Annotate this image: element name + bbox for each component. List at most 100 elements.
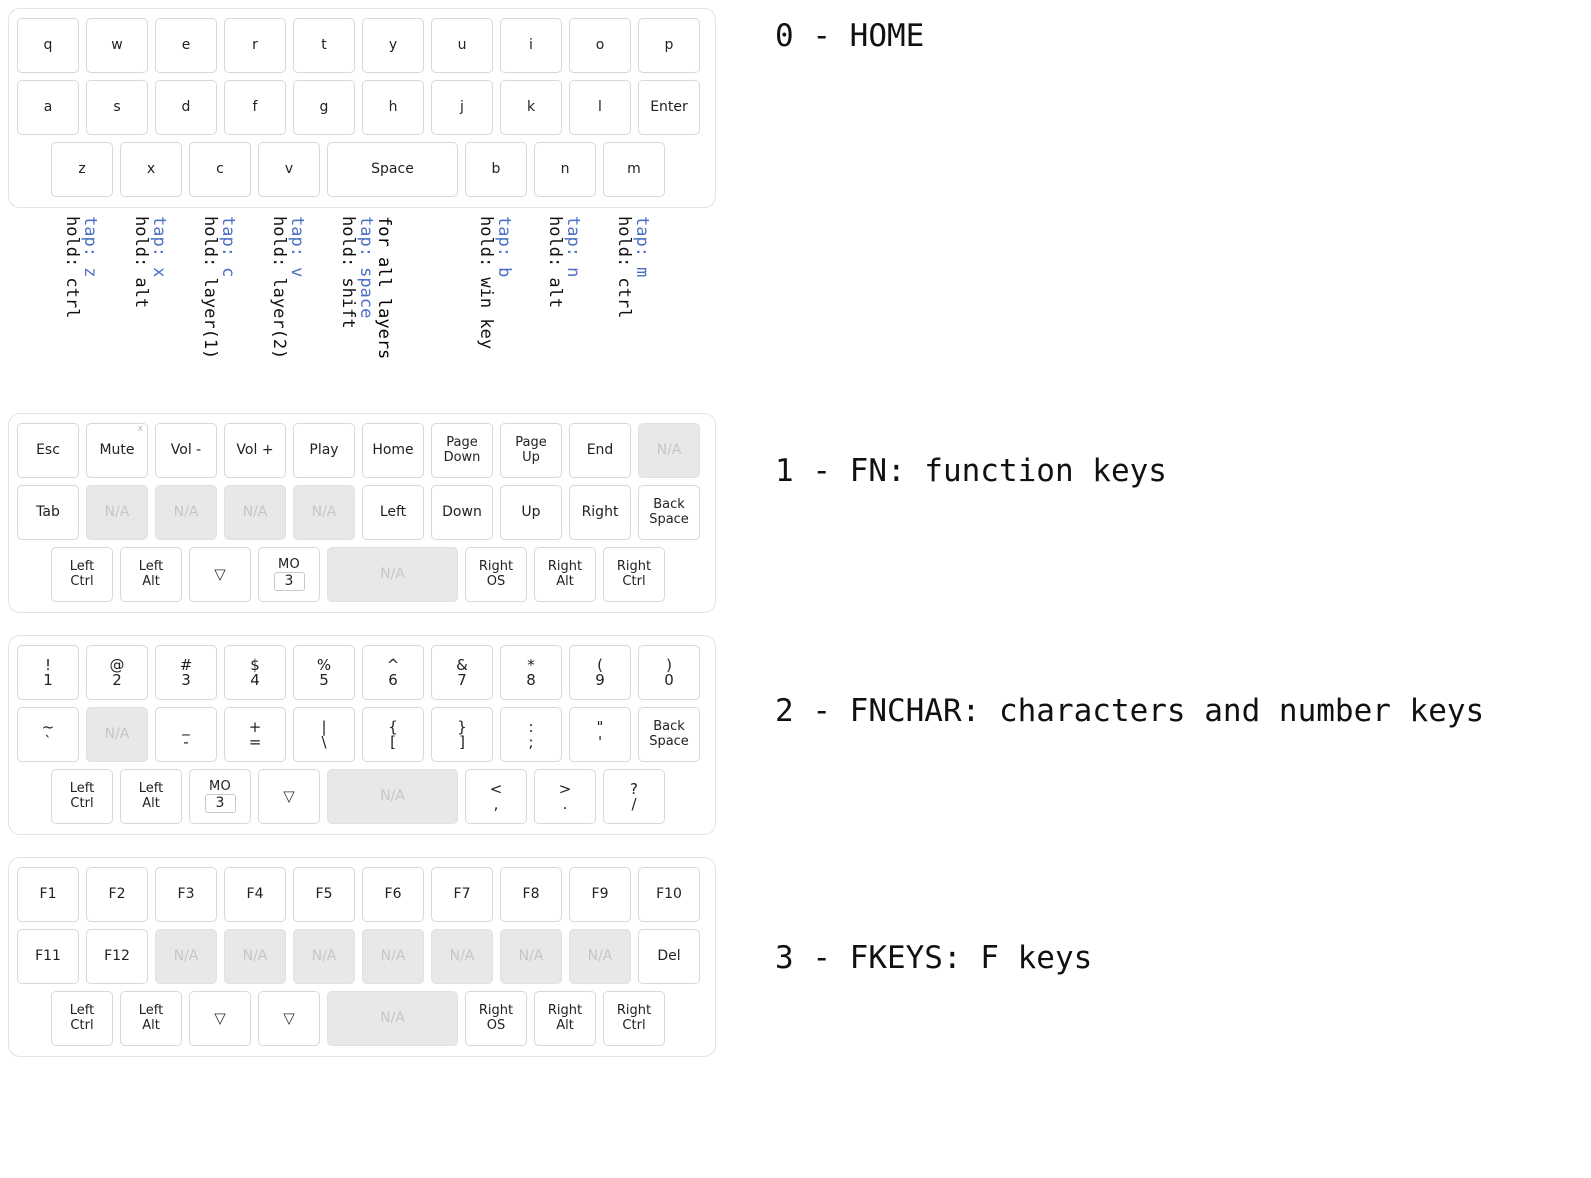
symbol-key[interactable]: >. (534, 769, 596, 824)
symbol-key[interactable]: :; (500, 707, 562, 762)
symbol-key[interactable]: ) 0 (638, 645, 700, 700)
key-na[interactable]: N/A (155, 485, 217, 540)
key-q[interactable]: q (17, 18, 79, 73)
key-na[interactable]: N/A (431, 929, 493, 984)
key-left[interactable]: Left (362, 485, 424, 540)
symbol-key[interactable]: % 5 (293, 645, 355, 700)
key-vol[interactable]: Vol - (155, 423, 217, 478)
key-f9[interactable]: F9 (569, 867, 631, 922)
key-back-space[interactable]: Back Space (638, 485, 700, 540)
key-right-os[interactable]: Right OS (465, 991, 527, 1046)
key-u[interactable]: u (431, 18, 493, 73)
key-i[interactable]: i (500, 18, 562, 73)
key-na[interactable]: N/A (155, 929, 217, 984)
key-g[interactable]: g (293, 80, 355, 135)
momentary-layer-key[interactable]: MO 3 (258, 547, 320, 602)
symbol-key[interactable]: (9 (569, 645, 631, 700)
key-esc[interactable]: Esc (17, 423, 79, 478)
key-back-space[interactable]: Back Space (638, 707, 700, 762)
symbol-key[interactable]: ~ ` (17, 707, 79, 762)
key-m[interactable]: m (603, 142, 665, 197)
key-right-ctrl[interactable]: Right Ctrl (603, 547, 665, 602)
key-f12[interactable]: F12 (86, 929, 148, 984)
key-x[interactable]: x (120, 142, 182, 197)
key-n[interactable]: n (534, 142, 596, 197)
key-f8[interactable]: F8 (500, 867, 562, 922)
key-a[interactable]: a (17, 80, 79, 135)
key-na[interactable]: N/A (86, 485, 148, 540)
key-f7[interactable]: F7 (431, 867, 493, 922)
key-na[interactable]: N/A (362, 929, 424, 984)
key-up[interactable]: Up (500, 485, 562, 540)
key-v[interactable]: v (258, 142, 320, 197)
key-o[interactable]: o (569, 18, 631, 73)
key-right-alt[interactable]: Right Alt (534, 547, 596, 602)
key-enter[interactable]: Enter (638, 80, 700, 135)
transparent-key[interactable]: ▽ (189, 991, 251, 1046)
key-mute[interactable]: Mute x (86, 423, 148, 478)
key-r[interactable]: r (224, 18, 286, 73)
key-h[interactable]: h (362, 80, 424, 135)
key-del[interactable]: Del (638, 929, 700, 984)
key-k[interactable]: k (500, 80, 562, 135)
key-c[interactable]: c (189, 142, 251, 197)
key-j[interactable]: j (431, 80, 493, 135)
transparent-key[interactable]: ▽ (258, 769, 320, 824)
key-l[interactable]: l (569, 80, 631, 135)
key-tab[interactable]: Tab (17, 485, 79, 540)
key-right[interactable]: Right (569, 485, 631, 540)
key-right-ctrl[interactable]: Right Ctrl (603, 991, 665, 1046)
key-f[interactable]: f (224, 80, 286, 135)
key-left-alt[interactable]: Left Alt (120, 769, 182, 824)
symbol-key[interactable]: #3 (155, 645, 217, 700)
key-d[interactable]: d (155, 80, 217, 135)
key-na[interactable]: N/A (293, 485, 355, 540)
transparent-key[interactable]: ▽ (189, 547, 251, 602)
key-f3[interactable]: F3 (155, 867, 217, 922)
symbol-key[interactable]: $4 (224, 645, 286, 700)
symbol-key[interactable]: & 7 (431, 645, 493, 700)
key-play[interactable]: Play (293, 423, 355, 478)
key-na[interactable]: N/A (327, 769, 458, 824)
key-y[interactable]: y (362, 18, 424, 73)
key-vol[interactable]: Vol + (224, 423, 286, 478)
key-f11[interactable]: F11 (17, 929, 79, 984)
key-na[interactable]: N/A (293, 929, 355, 984)
key-space[interactable]: Space (327, 142, 458, 197)
symbol-key[interactable]: ^ 6 (362, 645, 424, 700)
key-na[interactable]: N/A (500, 929, 562, 984)
transparent-key[interactable]: ▽ (258, 991, 320, 1046)
symbol-key[interactable]: {[ (362, 707, 424, 762)
symbol-key[interactable]: ? / (603, 769, 665, 824)
key-right-alt[interactable]: Right Alt (534, 991, 596, 1046)
key-f6[interactable]: F6 (362, 867, 424, 922)
symbol-key[interactable]: <, (465, 769, 527, 824)
key-down[interactable]: Down (431, 485, 493, 540)
key-na[interactable]: N/A (638, 423, 700, 478)
key-e[interactable]: e (155, 18, 217, 73)
key-w[interactable]: w (86, 18, 148, 73)
key-left-alt[interactable]: Left Alt (120, 547, 182, 602)
momentary-layer-key[interactable]: MO 3 (189, 769, 251, 824)
key-na[interactable]: N/A (224, 929, 286, 984)
symbol-key[interactable]: | \ (293, 707, 355, 762)
key-z[interactable]: z (51, 142, 113, 197)
key-page-down[interactable]: Page Down (431, 423, 493, 478)
key-na[interactable]: N/A (327, 547, 458, 602)
key-left-ctrl[interactable]: Left Ctrl (51, 991, 113, 1046)
key-f1[interactable]: F1 (17, 867, 79, 922)
symbol-key[interactable]: @2 (86, 645, 148, 700)
symbol-key[interactable]: + = (224, 707, 286, 762)
key-f4[interactable]: F4 (224, 867, 286, 922)
key-t[interactable]: t (293, 18, 355, 73)
symbol-key[interactable]: }] (431, 707, 493, 762)
key-right-os[interactable]: Right OS (465, 547, 527, 602)
key-f2[interactable]: F2 (86, 867, 148, 922)
key-p[interactable]: p (638, 18, 700, 73)
symbol-key[interactable]: * 8 (500, 645, 562, 700)
key-na[interactable]: N/A (569, 929, 631, 984)
key-left-ctrl[interactable]: Left Ctrl (51, 547, 113, 602)
key-f10[interactable]: F10 (638, 867, 700, 922)
symbol-key[interactable]: " ' (569, 707, 631, 762)
key-home[interactable]: Home (362, 423, 424, 478)
